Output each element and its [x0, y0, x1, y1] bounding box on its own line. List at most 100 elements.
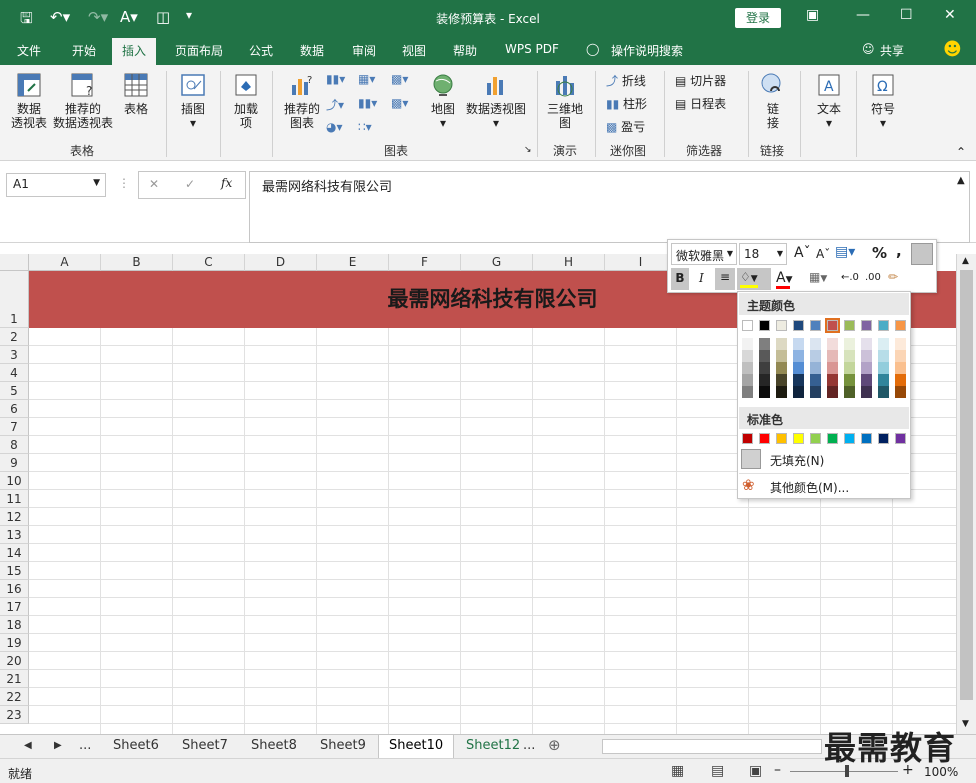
theme-shade-swatch[interactable] [810, 350, 821, 362]
theme-color-swatch[interactable] [861, 320, 872, 331]
row-header-10[interactable]: 10 [0, 472, 29, 490]
theme-shade-swatch[interactable] [759, 386, 770, 398]
scatter-chart-icon[interactable]: ∷▾ [358, 120, 372, 134]
sparkline-column-button[interactable]: ▮▮ 柱形 [606, 95, 647, 112]
theme-shade-swatch[interactable] [810, 362, 821, 374]
theme-shade-swatch[interactable] [844, 350, 855, 362]
standard-color-swatch[interactable] [895, 433, 906, 444]
expand-formula-icon[interactable]: ▲ [957, 175, 965, 186]
scroll-thumb[interactable] [960, 270, 973, 700]
theme-shade-swatch[interactable] [776, 374, 787, 386]
theme-shade-swatch[interactable] [827, 338, 838, 350]
theme-shade-swatch[interactable] [742, 338, 753, 350]
theme-shade-swatch[interactable] [759, 374, 770, 386]
row-header-4[interactable]: 4 [0, 364, 29, 382]
theme-shade-swatch[interactable] [810, 386, 821, 398]
theme-shade-swatch[interactable] [810, 374, 821, 386]
theme-color-swatch[interactable] [825, 318, 840, 333]
sheet-tab-6[interactable]: Sheet6 [113, 738, 159, 753]
sparkline-line-button[interactable]: ⤴ 折线 [606, 72, 646, 89]
standard-color-swatch[interactable] [861, 433, 872, 444]
zoom-slider[interactable] [790, 771, 898, 772]
illustrations-button[interactable]: 插图 ▾ [176, 71, 210, 130]
tab-data[interactable]: 数据 [300, 42, 324, 59]
theme-color-swatch[interactable] [895, 320, 906, 331]
theme-shade-swatch[interactable] [793, 386, 804, 398]
theme-shade-swatch[interactable] [844, 386, 855, 398]
cancel-icon[interactable]: ✕ [149, 177, 159, 191]
theme-shade-swatch[interactable] [759, 362, 770, 374]
theme-shade-swatch[interactable] [878, 350, 889, 362]
theme-shade-swatch[interactable] [878, 338, 889, 350]
recommended-pivot-button[interactable]: ? 推荐的 数据透视表 [52, 71, 114, 130]
row-header-6[interactable]: 6 [0, 400, 29, 418]
more-sheets-left[interactable]: ... [79, 738, 91, 753]
page-layout-view-icon[interactable]: ▤ [711, 763, 724, 779]
timeline-button[interactable]: ▤ 日程表 [675, 95, 726, 112]
theme-shade-swatch[interactable] [861, 362, 872, 374]
sheet-tab-7[interactable]: Sheet7 [182, 738, 228, 753]
theme-color-swatch[interactable] [844, 320, 855, 331]
tab-help[interactable]: 帮助 [453, 42, 477, 59]
add-sheet-icon[interactable]: ⊕ [548, 736, 561, 754]
theme-shade-swatch[interactable] [759, 338, 770, 350]
3d-map-button[interactable]: 三维地 图 [545, 71, 585, 130]
column-header-C[interactable]: C [173, 254, 245, 271]
login-button[interactable]: 登录 [735, 8, 781, 28]
font-name-select[interactable]: 微软雅黑 ▼ [671, 243, 737, 265]
slicer-button[interactable]: ▤ 切片器 [675, 72, 726, 89]
maximize-icon[interactable]: ☐ [900, 7, 913, 23]
theme-shade-swatch[interactable] [827, 362, 838, 374]
theme-shade-swatch[interactable] [827, 350, 838, 362]
theme-color-swatch[interactable] [759, 320, 770, 331]
row-header-7[interactable]: 7 [0, 418, 29, 436]
pivot-table-button[interactable]: 数据 透视表 [9, 71, 49, 130]
zoom-out-icon[interactable]: – [774, 762, 781, 778]
standard-color-swatch[interactable] [742, 433, 753, 444]
align-center-icon[interactable]: ≡ [715, 268, 735, 290]
sparkline-winloss-button[interactable]: ▩ 盈亏 [606, 118, 645, 135]
combo-chart-icon[interactable]: ▩▾ [391, 96, 408, 110]
column-header-D[interactable]: D [245, 254, 317, 271]
pie-chart-icon[interactable]: ◕▾ [326, 120, 343, 134]
theme-shade-swatch[interactable] [895, 362, 906, 374]
font-size-select[interactable]: 18 ▼ [739, 243, 787, 265]
theme-shade-swatch[interactable] [776, 338, 787, 350]
theme-color-swatch[interactable] [776, 320, 787, 331]
decrease-decimal-icon[interactable]: ←.0 [841, 272, 859, 283]
scroll-up-icon[interactable]: ▲ [962, 256, 969, 266]
select-all-corner[interactable] [0, 254, 29, 271]
theme-shade-swatch[interactable] [742, 386, 753, 398]
sheet-tab-10[interactable]: Sheet10 [378, 735, 455, 759]
theme-shade-swatch[interactable] [759, 350, 770, 362]
increase-decimal-icon[interactable]: .00 [865, 272, 881, 283]
formula-input[interactable]: 最需网络科技有限公司 [249, 171, 970, 243]
standard-color-swatch[interactable] [878, 433, 889, 444]
table-button[interactable]: 表格 [120, 71, 152, 116]
column-header-E[interactable]: E [317, 254, 389, 271]
row-header-20[interactable]: 20 [0, 652, 29, 670]
bold-button[interactable]: B [671, 268, 689, 290]
row-header-5[interactable]: 5 [0, 382, 29, 400]
row-header-13[interactable]: 13 [0, 526, 29, 544]
row-header-9[interactable]: 9 [0, 454, 29, 472]
theme-shade-swatch[interactable] [861, 338, 872, 350]
theme-shade-swatch[interactable] [776, 362, 787, 374]
hierarchy-chart-icon[interactable]: ▦▾ [358, 72, 375, 86]
theme-shade-swatch[interactable] [861, 350, 872, 362]
theme-shade-swatch[interactable] [878, 374, 889, 386]
tab-page-layout[interactable]: 页面布局 [175, 42, 223, 59]
theme-shade-swatch[interactable] [793, 350, 804, 362]
row-header-19[interactable]: 19 [0, 634, 29, 652]
theme-shade-swatch[interactable] [895, 338, 906, 350]
horizontal-scrollbar[interactable] [602, 739, 822, 754]
row-header-23[interactable]: 23 [0, 706, 29, 724]
line-chart-icon[interactable]: ⤴▾ [326, 96, 344, 113]
share-button[interactable]: 共享 [880, 42, 904, 59]
italic-button[interactable]: I [699, 271, 704, 285]
normal-view-icon[interactable]: ▦ [671, 763, 684, 779]
no-fill-option[interactable]: 无填充(N) [770, 452, 824, 469]
theme-color-swatch[interactable] [878, 320, 889, 331]
scroll-down-icon[interactable]: ▼ [962, 719, 969, 729]
theme-shade-swatch[interactable] [895, 350, 906, 362]
